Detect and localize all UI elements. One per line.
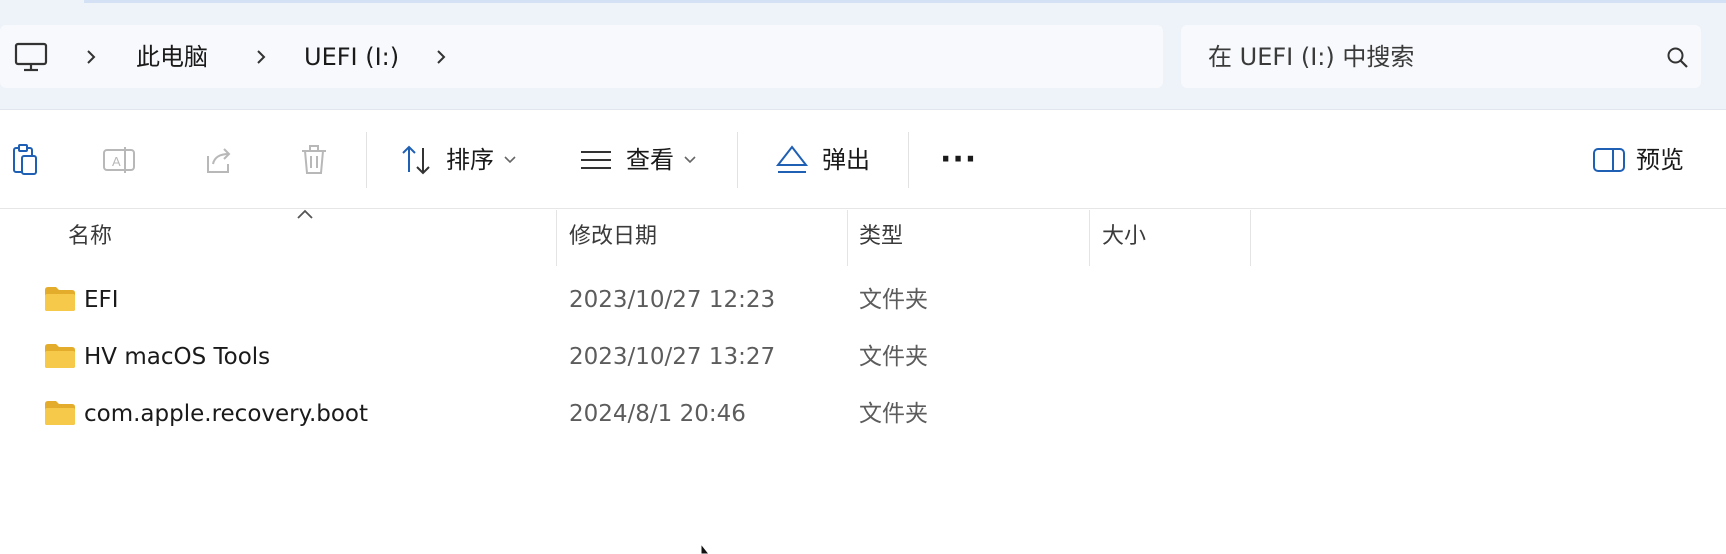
file-name[interactable]: HV macOS Tools [84, 342, 270, 372]
file-name[interactable]: EFI [84, 285, 119, 315]
folder-icon [45, 344, 75, 368]
column-header-size[interactable]: 大小 [1102, 222, 1146, 252]
toolbar-divider [737, 132, 738, 188]
view-button[interactable]: 查看 [578, 134, 696, 186]
chevron-right-icon[interactable] [432, 47, 450, 67]
search-icon[interactable] [1665, 45, 1691, 71]
column-resize-handle[interactable] [1250, 210, 1251, 266]
list-view-icon [581, 151, 611, 169]
eject-icon [775, 145, 809, 173]
breadcrumb-drive[interactable]: UEFI (I:) [304, 42, 399, 72]
file-row[interactable]: EFI 2023/10/27 12:23 文件夹 [0, 272, 1726, 328]
monitor-icon[interactable] [14, 42, 48, 72]
chevron-down-icon [504, 156, 516, 164]
sort-ascending-icon [297, 209, 313, 219]
sort-button[interactable]: 排序 [398, 134, 516, 186]
delete-icon[interactable] [296, 142, 332, 178]
chevron-right-icon[interactable] [82, 47, 100, 67]
svg-text:A: A [112, 154, 121, 169]
preview-pane-icon [1593, 148, 1625, 172]
file-modified: 2024/8/1 20:46 [569, 401, 746, 427]
file-name[interactable]: com.apple.recovery.boot [84, 399, 368, 429]
file-row[interactable]: HV macOS Tools 2023/10/27 13:27 文件夹 [0, 329, 1726, 385]
column-resize-handle[interactable] [847, 210, 848, 266]
column-header-name[interactable]: 名称 [68, 222, 112, 252]
more-options-button[interactable]: ··· [940, 134, 977, 186]
file-row[interactable]: com.apple.recovery.boot 2024/8/1 20:46 文… [0, 386, 1726, 442]
title-band: 此电脑 UEFI (I:) 在 UEFI (I:) 中搜索 [0, 0, 1726, 110]
view-label: 查看 [626, 146, 674, 174]
eject-button[interactable]: 弹出 [774, 134, 870, 186]
column-resize-handle[interactable] [556, 210, 557, 266]
folder-icon [45, 287, 75, 311]
toolbar-divider [908, 132, 909, 188]
share-icon[interactable] [200, 142, 236, 178]
sort-label: 排序 [446, 146, 494, 174]
sort-icon [402, 145, 430, 175]
search-placeholder: 在 UEFI (I:) 中搜索 [1208, 43, 1415, 71]
chevron-right-icon[interactable] [252, 47, 270, 67]
file-type: 文件夹 [859, 344, 928, 370]
folder-icon [45, 401, 75, 425]
column-header-modified[interactable]: 修改日期 [569, 222, 657, 252]
search-input[interactable]: 在 UEFI (I:) 中搜索 [1181, 25, 1701, 88]
rename-icon[interactable]: A [101, 142, 137, 178]
more-label: ··· [940, 142, 978, 177]
file-type: 文件夹 [859, 287, 928, 313]
chevron-down-icon [684, 156, 696, 164]
command-bar: A 排序 查看 弹出 ··· 预览 [0, 110, 1726, 209]
paste-icon[interactable] [8, 142, 44, 178]
breadcrumb-this-pc[interactable]: 此电脑 [136, 42, 208, 72]
column-resize-handle[interactable] [1089, 210, 1090, 266]
eject-label: 弹出 [822, 146, 870, 174]
tab-accent-strip [84, 0, 1726, 3]
toolbar-divider [366, 132, 367, 188]
column-header-type[interactable]: 类型 [859, 222, 903, 252]
preview-button[interactable]: 预览 [1592, 134, 1684, 186]
file-type: 文件夹 [859, 401, 928, 427]
mouse-cursor-icon [700, 544, 710, 554]
preview-label: 预览 [1636, 146, 1684, 174]
file-modified: 2023/10/27 12:23 [569, 287, 776, 313]
address-bar[interactable]: 此电脑 UEFI (I:) [0, 25, 1163, 88]
file-modified: 2023/10/27 13:27 [569, 344, 776, 370]
